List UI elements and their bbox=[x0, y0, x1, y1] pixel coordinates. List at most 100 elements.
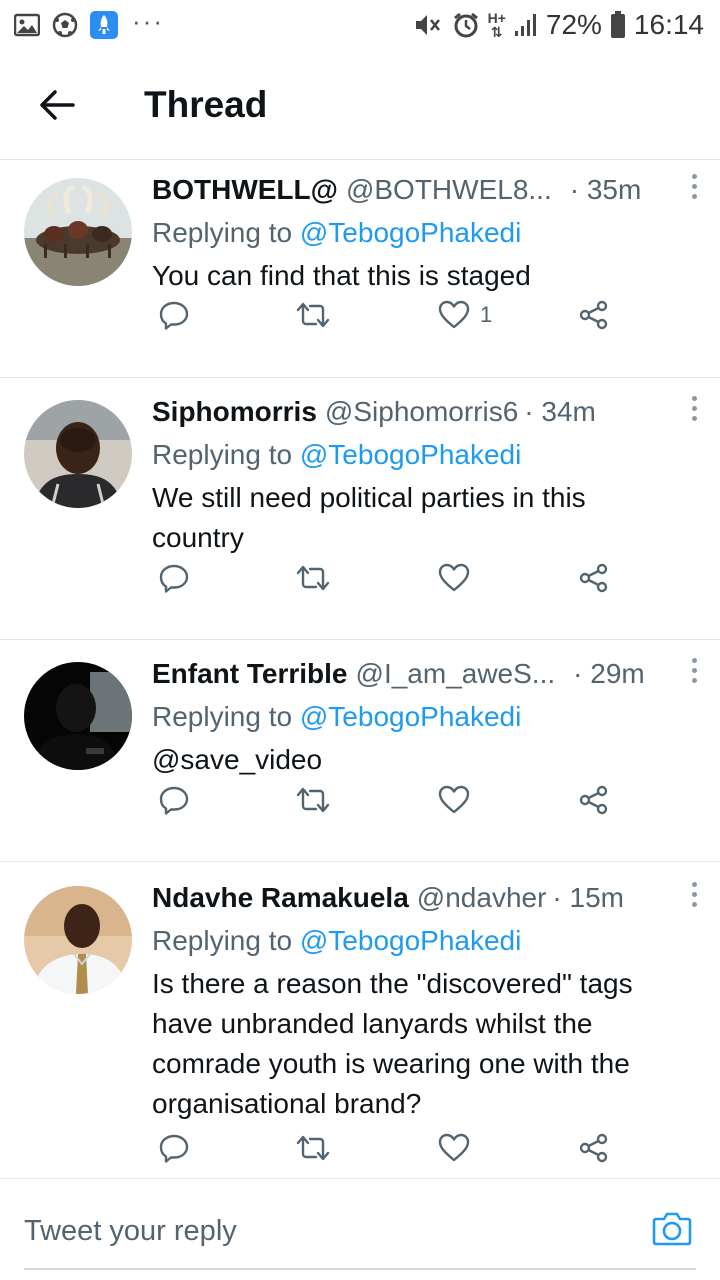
reply-icon bbox=[159, 301, 189, 330]
arrow-left-icon bbox=[40, 89, 75, 120]
author-handle[interactable]: @ndavher bbox=[417, 882, 547, 914]
tweet-time: · 35m bbox=[569, 174, 642, 205]
more-dot-icon bbox=[691, 184, 697, 189]
avatar[interactable] bbox=[24, 178, 132, 286]
reply-button[interactable] bbox=[158, 784, 190, 816]
tweet[interactable]: BOTHWELL@ @BOTHWEL8... · 35m Replying to… bbox=[0, 160, 720, 378]
battery-icon bbox=[610, 11, 626, 39]
reply-icon bbox=[159, 1134, 189, 1163]
avatar[interactable] bbox=[24, 886, 132, 994]
more-options-button[interactable] bbox=[682, 174, 706, 214]
clock: 16:14 bbox=[633, 9, 704, 40]
heart-icon bbox=[438, 300, 470, 329]
avatar[interactable] bbox=[24, 662, 132, 770]
reply-input-underline bbox=[24, 1268, 696, 1270]
reply-composer bbox=[0, 1178, 720, 1280]
heart-icon bbox=[438, 1133, 470, 1162]
author-handle[interactable]: @I_am_aweS... bbox=[356, 658, 556, 690]
share-button[interactable] bbox=[578, 784, 610, 816]
share-button[interactable] bbox=[578, 299, 610, 331]
replying-mention-link[interactable]: @TebogoPhakedi bbox=[300, 439, 521, 470]
retweet-button[interactable] bbox=[296, 299, 330, 331]
retweet-icon bbox=[296, 1135, 330, 1161]
tweet-time: · 29m bbox=[573, 658, 645, 689]
share-icon bbox=[579, 1133, 608, 1163]
thread-list: BOTHWELL@ @BOTHWEL8... · 35m Replying to… bbox=[0, 160, 720, 1178]
thread-header: Thread bbox=[0, 50, 720, 160]
replying-to: Replying to @TebogoPhakedi bbox=[152, 212, 700, 254]
avatar[interactable] bbox=[24, 400, 132, 508]
replying-prefix: Replying to bbox=[152, 701, 293, 732]
more-dot-icon bbox=[691, 406, 697, 411]
heart-icon bbox=[438, 785, 470, 814]
tweet-text: You can find that this is staged bbox=[152, 260, 531, 291]
retweet-button[interactable] bbox=[296, 784, 330, 816]
author-name[interactable]: BOTHWELL@ bbox=[152, 174, 338, 206]
retweet-button[interactable] bbox=[296, 562, 330, 594]
reply-input[interactable] bbox=[24, 1209, 584, 1253]
share-icon bbox=[579, 785, 608, 815]
retweet-button[interactable] bbox=[296, 1132, 330, 1164]
author-name[interactable]: Ndavhe Ramakuela bbox=[152, 882, 409, 914]
back-button[interactable] bbox=[22, 70, 92, 140]
tweet-text[interactable]: @save_video bbox=[152, 740, 700, 780]
like-button[interactable] bbox=[438, 785, 480, 815]
author-name[interactable]: Enfant Terrible bbox=[152, 658, 348, 690]
network-type-icon: H+ ⇅ bbox=[487, 10, 506, 40]
rocket-app-icon bbox=[90, 11, 118, 39]
like-button[interactable] bbox=[438, 563, 480, 593]
more-dot-icon bbox=[691, 658, 697, 663]
tweet-text: Is there a reason the "discovered" tags … bbox=[152, 968, 633, 1119]
more-dot-icon bbox=[691, 882, 697, 887]
retweet-icon bbox=[296, 787, 330, 813]
soccer-ball-icon bbox=[52, 12, 78, 38]
more-options-button[interactable] bbox=[682, 658, 706, 698]
camera-icon bbox=[652, 1212, 692, 1246]
tweet[interactable]: Siphomorris @Siphomorris6 · 34m Replying… bbox=[0, 378, 720, 640]
replying-prefix: Replying to bbox=[152, 439, 293, 470]
more-options-button[interactable] bbox=[682, 882, 706, 922]
share-button[interactable] bbox=[578, 562, 610, 594]
tweet-time: · 34m bbox=[524, 396, 596, 427]
reply-button[interactable] bbox=[158, 299, 190, 331]
more-options-button[interactable] bbox=[682, 396, 706, 436]
replying-to: Replying to @TebogoPhakedi bbox=[152, 696, 700, 738]
like-button[interactable] bbox=[438, 1133, 480, 1163]
reply-button[interactable] bbox=[158, 562, 190, 594]
more-dot-icon bbox=[691, 194, 697, 199]
status-bar: ··· H+ ⇅ 72% 16:14 bbox=[0, 0, 720, 50]
retweet-icon bbox=[296, 565, 330, 591]
tweet[interactable]: Ndavhe Ramakuela @ndavher · 15m Replying… bbox=[0, 862, 720, 1178]
signal-icon bbox=[514, 13, 538, 37]
author-name[interactable]: Siphomorris bbox=[152, 396, 317, 428]
more-notifications-icon: ··· bbox=[132, 5, 164, 36]
battery-percent: 72% bbox=[545, 9, 602, 40]
more-dot-icon bbox=[691, 416, 697, 421]
author-handle[interactable]: @Siphomorris6 bbox=[325, 396, 518, 428]
reply-button[interactable] bbox=[158, 1132, 190, 1164]
like-button[interactable]: 1 bbox=[438, 300, 492, 330]
reply-icon bbox=[159, 564, 189, 593]
tweet[interactable]: Enfant Terrible @I_am_aweS... · 29m Repl… bbox=[0, 640, 720, 862]
mute-icon bbox=[414, 12, 444, 38]
share-icon bbox=[579, 300, 608, 330]
like-count: 1 bbox=[480, 302, 493, 327]
more-dot-icon bbox=[691, 174, 697, 179]
more-dot-icon bbox=[691, 902, 697, 907]
heart-icon bbox=[438, 563, 470, 592]
replying-mention-link[interactable]: @TebogoPhakedi bbox=[300, 925, 521, 956]
page-title: Thread bbox=[144, 83, 268, 125]
replying-prefix: Replying to bbox=[152, 217, 293, 248]
share-icon bbox=[579, 563, 608, 593]
replying-prefix: Replying to bbox=[152, 925, 293, 956]
alarm-icon bbox=[452, 11, 480, 39]
author-handle[interactable]: @BOTHWEL8... bbox=[346, 174, 552, 206]
replying-to: Replying to @TebogoPhakedi bbox=[152, 434, 700, 476]
tweet-time: · 15m bbox=[552, 882, 624, 913]
replying-mention-link[interactable]: @TebogoPhakedi bbox=[300, 701, 521, 732]
replying-mention-link[interactable]: @TebogoPhakedi bbox=[300, 217, 521, 248]
gallery-icon bbox=[14, 13, 40, 37]
camera-button[interactable] bbox=[652, 1209, 692, 1249]
share-button[interactable] bbox=[578, 1132, 610, 1164]
reply-icon bbox=[159, 786, 189, 815]
